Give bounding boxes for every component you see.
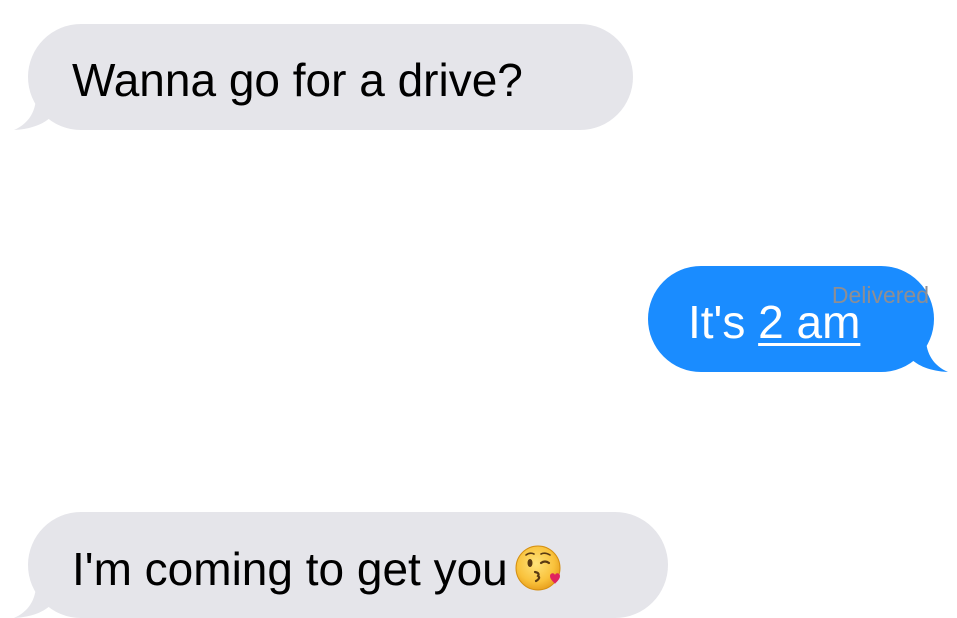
bubble-tail-icon xyxy=(910,338,948,372)
bubble-tail-icon xyxy=(14,96,52,130)
message-text: I'm coming to get you xyxy=(72,543,508,595)
face-throwing-kiss-emoji-icon xyxy=(515,545,561,591)
bubble-tail-icon xyxy=(14,584,52,618)
message-text: Wanna go for a drive? xyxy=(72,54,523,106)
message-thread: Wanna go for a drive? It's 2 am Delivere… xyxy=(0,0,957,618)
delivery-status: Delivered xyxy=(831,282,929,308)
message-text: It's xyxy=(688,296,759,348)
incoming-message-bubble[interactable]: Wanna go for a drive? xyxy=(14,24,633,130)
incoming-message-bubble[interactable]: I'm coming to get you xyxy=(14,512,668,618)
